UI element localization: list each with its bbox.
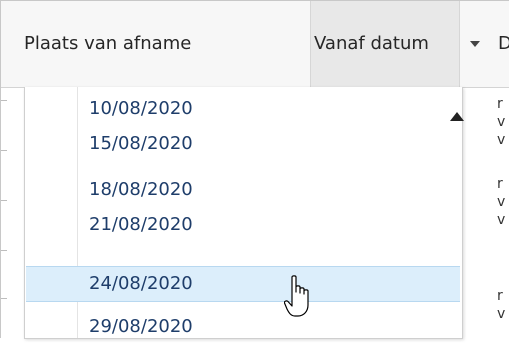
- right-column-text: v: [497, 114, 506, 130]
- grid-header-row: Plaats van afname Vanaf datum D: [1, 1, 509, 88]
- dropdown-item-selected[interactable]: 24/08/2020: [26, 266, 460, 302]
- row-divider: [1, 150, 7, 151]
- date-dropdown-list[interactable]: 10/08/2020 15/08/2020 18/08/2020 21/08/2…: [24, 87, 464, 339]
- right-column-text: r: [497, 96, 503, 112]
- column-header-plaats-van-afname[interactable]: Plaats van afname: [24, 1, 191, 87]
- column-header-next[interactable]: D: [498, 1, 509, 87]
- chevron-down-icon[interactable]: [470, 41, 480, 47]
- dropdown-item-label: 24/08/2020: [89, 273, 193, 294]
- row-divider: [1, 100, 7, 101]
- right-column-fragments: r v v r v v r v: [497, 88, 509, 338]
- right-column-text: r: [497, 288, 503, 304]
- row-divider: [1, 200, 7, 201]
- dropdown-item-label: 29/08/2020: [89, 316, 193, 337]
- row-divider: [1, 250, 7, 251]
- dropdown-item[interactable]: 10/08/2020: [26, 92, 460, 126]
- column-header-vanaf-datum[interactable]: Vanaf datum: [314, 1, 429, 87]
- dropdown-item[interactable]: 18/08/2020: [26, 173, 460, 207]
- right-column-text: v: [497, 194, 506, 210]
- dropdown-item-label: 18/08/2020: [89, 179, 193, 200]
- right-column-text: v: [497, 132, 506, 148]
- dropdown-item-label: 21/08/2020: [89, 214, 193, 235]
- dropdown-item[interactable]: 15/08/2020: [26, 127, 460, 161]
- dropdown-item-label: 10/08/2020: [89, 98, 193, 119]
- dropdown-item-label: 15/08/2020: [89, 133, 193, 154]
- dropdown-item[interactable]: 29/08/2020: [26, 310, 460, 344]
- right-column-text: v: [497, 306, 506, 322]
- chevron-up-icon[interactable]: [450, 112, 464, 121]
- row-divider: [1, 298, 7, 299]
- hand-pointer-icon: [283, 275, 314, 323]
- right-column-text: v: [497, 212, 506, 228]
- right-column-text: r: [497, 176, 503, 192]
- dropdown-item[interactable]: 21/08/2020: [26, 208, 460, 242]
